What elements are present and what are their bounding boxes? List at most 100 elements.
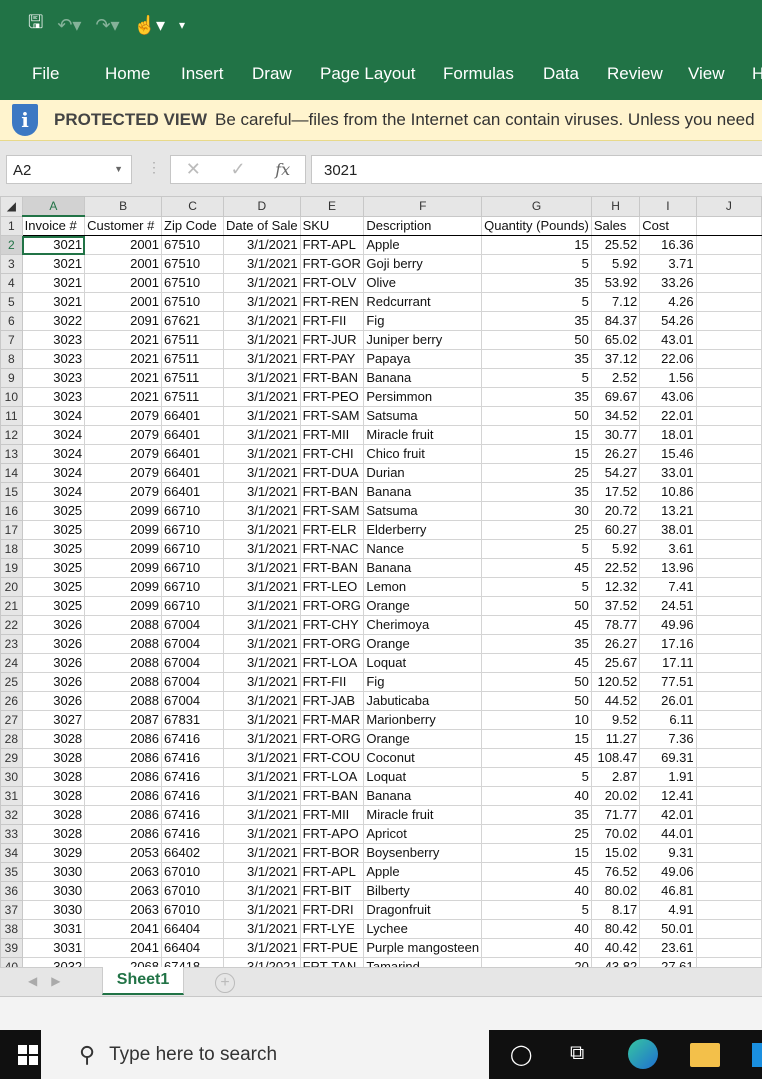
cell-c38[interactable]: 66404 (161, 919, 225, 939)
cell-c24[interactable]: 67004 (161, 653, 225, 673)
cell-g13[interactable]: 15 (481, 444, 592, 464)
cell-e33[interactable]: FRT-APO (299, 824, 365, 844)
cell-c30[interactable]: 67416 (161, 767, 225, 787)
tab-help[interactable]: H (752, 64, 762, 84)
cell-b33[interactable]: 2086 (84, 824, 163, 844)
cell-a13[interactable]: 3024 (21, 444, 86, 464)
cell-g14[interactable]: 25 (481, 463, 592, 483)
row-header[interactable]: 20 (0, 577, 23, 597)
cell-g3[interactable]: 5 (481, 254, 592, 274)
cell-c33[interactable]: 67416 (161, 824, 225, 844)
windows-start-icon[interactable] (18, 1045, 38, 1065)
cell-a38[interactable]: 3031 (21, 919, 86, 939)
cell-h15[interactable]: 17.52 (590, 482, 641, 502)
cell-c15[interactable]: 66401 (161, 482, 225, 502)
cell-a4[interactable]: 3021 (21, 273, 86, 293)
tab-view[interactable]: View (688, 64, 725, 84)
cell-h8[interactable]: 37.12 (590, 349, 641, 369)
cell-c14[interactable]: 66401 (161, 463, 225, 483)
cell-b31[interactable]: 2086 (84, 786, 163, 806)
cell-f15[interactable]: Banana (363, 482, 483, 502)
cell-f5[interactable]: Redcurrant (363, 292, 483, 312)
cell-b20[interactable]: 2099 (84, 577, 163, 597)
cell-i24[interactable]: 17.11 (639, 653, 697, 673)
cell-g25[interactable]: 50 (481, 672, 592, 692)
cell-h4[interactable]: 53.92 (590, 273, 641, 293)
tab-page-layout[interactable]: Page Layout (320, 64, 415, 84)
cell-i11[interactable]: 22.01 (639, 406, 697, 426)
cell-h39[interactable]: 40.42 (590, 938, 641, 958)
cell-j23[interactable] (695, 634, 762, 654)
cell-d27[interactable]: 3/1/2021 (223, 710, 301, 730)
cell-j35[interactable] (695, 862, 762, 882)
cell-i31[interactable]: 12.41 (639, 786, 697, 806)
row-header[interactable]: 38 (0, 919, 23, 939)
cell-i23[interactable]: 17.16 (639, 634, 697, 654)
cell-a22[interactable]: 3026 (21, 615, 86, 635)
cell-d40[interactable]: 3/1/2021 (223, 957, 301, 967)
cell-f34[interactable]: Boysenberry (363, 843, 483, 863)
cell-b36[interactable]: 2063 (84, 881, 163, 901)
cell-f21[interactable]: Orange (363, 596, 483, 616)
cell-h35[interactable]: 76.52 (590, 862, 641, 882)
cell-j32[interactable] (695, 805, 762, 825)
row-header[interactable]: 11 (0, 406, 23, 426)
row-header[interactable]: 25 (0, 672, 23, 692)
cell-f32[interactable]: Miracle fruit (363, 805, 483, 825)
cell-c9[interactable]: 67511 (161, 368, 225, 388)
undo-icon[interactable]: ↶▾ (57, 15, 81, 36)
cell-a34[interactable]: 3029 (21, 843, 86, 863)
cell-d32[interactable]: 3/1/2021 (223, 805, 301, 825)
mail-icon[interactable] (752, 1043, 762, 1067)
cell-c23[interactable]: 67004 (161, 634, 225, 654)
redo-icon[interactable]: ↷▾ (95, 15, 119, 36)
cell-j12[interactable] (695, 425, 762, 445)
cell-i2[interactable]: 16.36 (639, 235, 697, 255)
chevron-down-icon[interactable]: ▼ (114, 164, 123, 174)
cell-a28[interactable]: 3028 (21, 729, 86, 749)
cell-e4[interactable]: FRT-OLV (299, 273, 365, 293)
cell-b35[interactable]: 2063 (84, 862, 163, 882)
row-header[interactable]: 13 (0, 444, 23, 464)
cell-j2[interactable] (695, 235, 762, 255)
cell-i16[interactable]: 13.21 (639, 501, 697, 521)
cell-h23[interactable]: 26.27 (590, 634, 641, 654)
cell-b27[interactable]: 2087 (84, 710, 163, 730)
cell-h14[interactable]: 54.27 (590, 463, 641, 483)
row-header[interactable]: 33 (0, 824, 23, 844)
cell-e10[interactable]: FRT-PEO (299, 387, 365, 407)
cell-f14[interactable]: Durian (363, 463, 483, 483)
cell-f19[interactable]: Banana (363, 558, 483, 578)
file-explorer-icon[interactable] (690, 1043, 720, 1067)
row-header[interactable]: 32 (0, 805, 23, 825)
cell-e14[interactable]: FRT-DUA (299, 463, 365, 483)
cell-a21[interactable]: 3025 (21, 596, 86, 616)
cell-h27[interactable]: 9.52 (590, 710, 641, 730)
cell-a36[interactable]: 3030 (21, 881, 86, 901)
cell-g2[interactable]: 15 (481, 235, 592, 255)
cell-a25[interactable]: 3026 (21, 672, 86, 692)
cell-g4[interactable]: 35 (481, 273, 592, 293)
cell-f8[interactable]: Papaya (363, 349, 483, 369)
cell-b1[interactable]: Customer # (84, 215, 163, 236)
cell-h38[interactable]: 80.42 (590, 919, 641, 939)
cell-g26[interactable]: 50 (481, 691, 592, 711)
cell-c36[interactable]: 67010 (161, 881, 225, 901)
cell-g32[interactable]: 35 (481, 805, 592, 825)
cell-b7[interactable]: 2021 (84, 330, 163, 350)
cell-c18[interactable]: 66710 (161, 539, 225, 559)
row-header[interactable]: 39 (0, 938, 23, 958)
cell-g31[interactable]: 40 (481, 786, 592, 806)
cell-e13[interactable]: FRT-CHI (299, 444, 365, 464)
column-header-f[interactable]: F (363, 196, 483, 217)
cell-c7[interactable]: 67511 (161, 330, 225, 350)
cell-f2[interactable]: Apple (363, 235, 483, 255)
insert-function-icon[interactable]: fx (275, 160, 290, 179)
cell-f17[interactable]: Elderberry (363, 520, 483, 540)
cell-f27[interactable]: Marionberry (363, 710, 483, 730)
cell-c6[interactable]: 67621 (161, 311, 225, 331)
cell-d35[interactable]: 3/1/2021 (223, 862, 301, 882)
cell-i28[interactable]: 7.36 (639, 729, 697, 749)
cell-j6[interactable] (695, 311, 762, 331)
cell-f29[interactable]: Coconut (363, 748, 483, 768)
